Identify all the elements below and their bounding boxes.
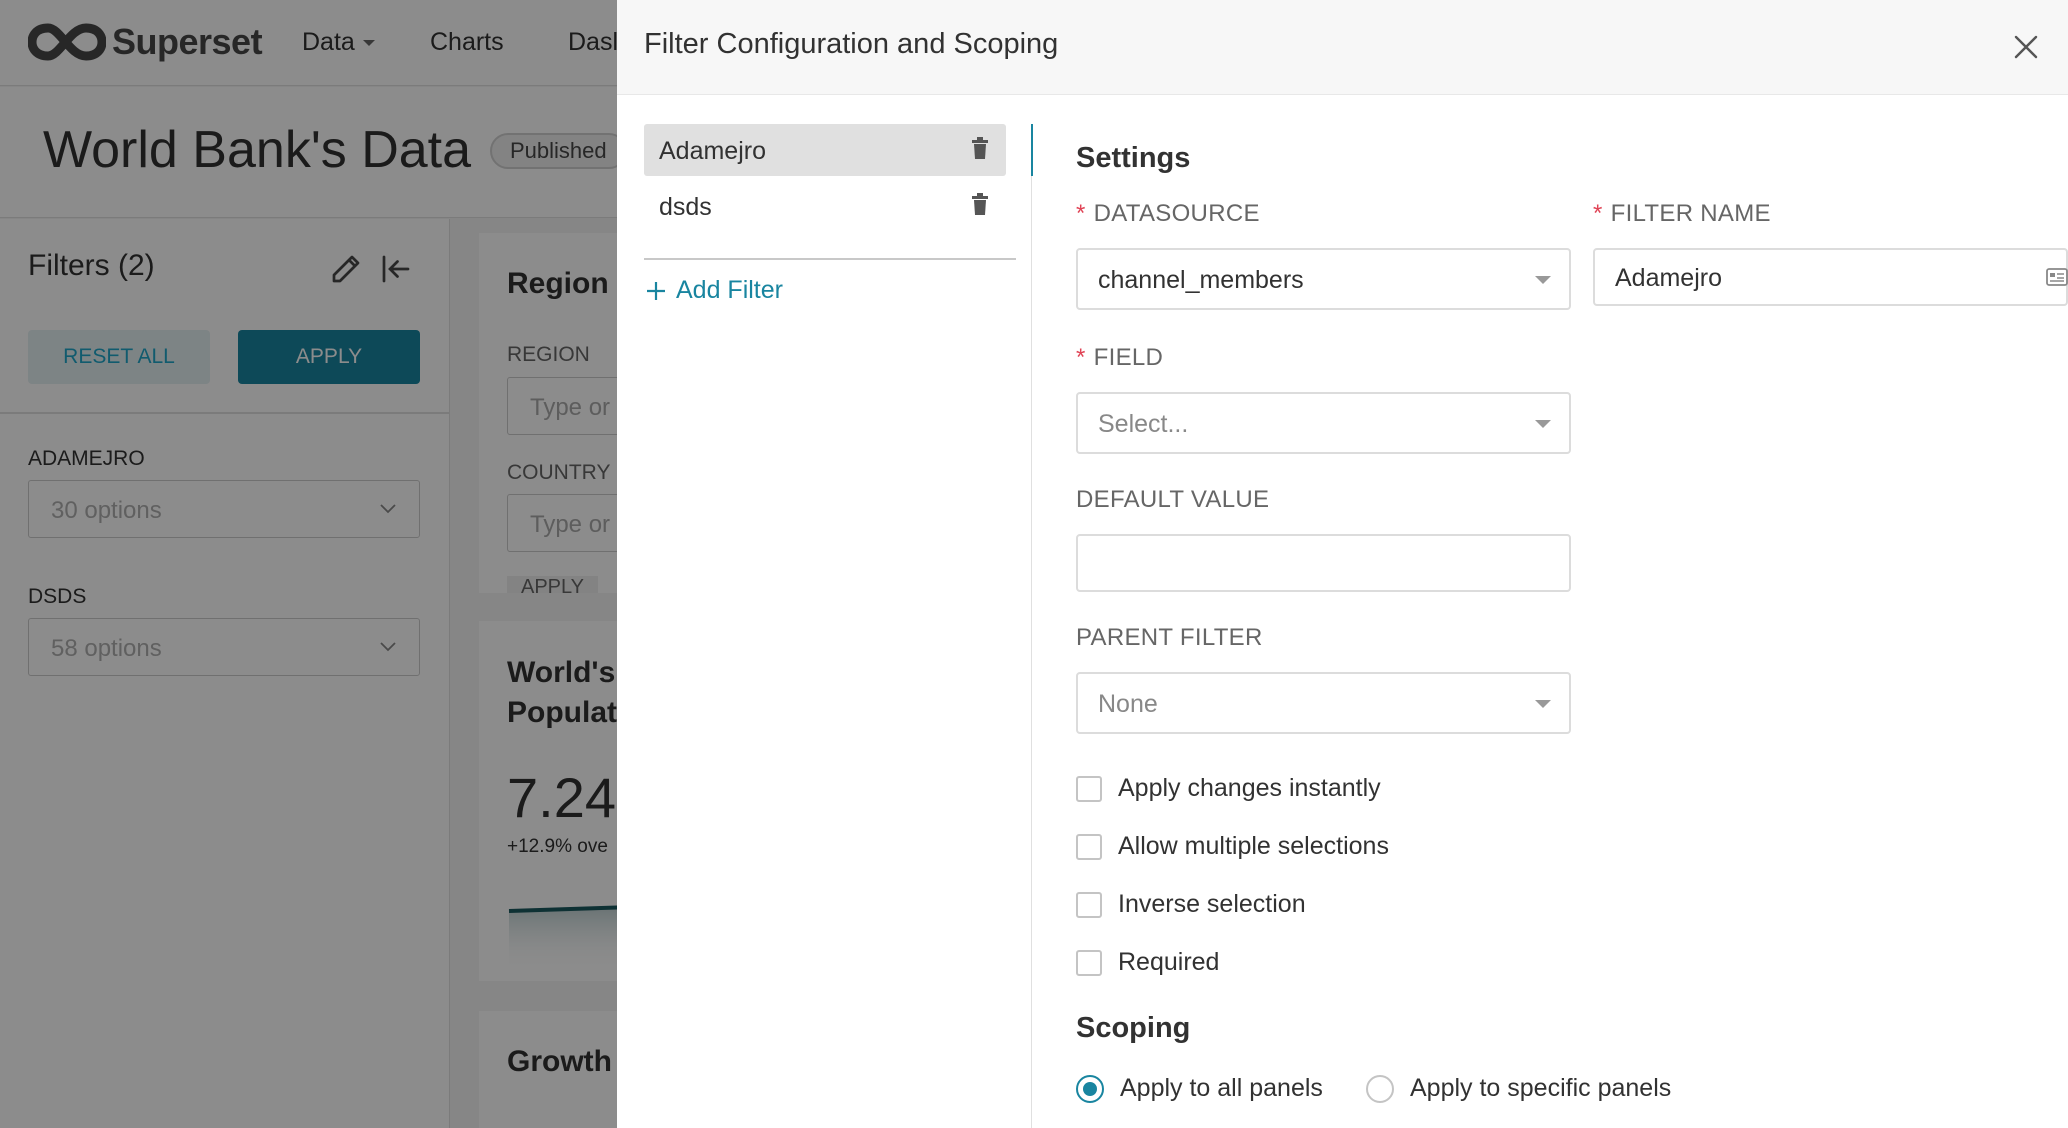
radio-apply-specific-panels[interactable]: Apply to specific panels	[1366, 1074, 1671, 1103]
active-tab-indicator	[1031, 124, 1033, 176]
radio-apply-all-panels[interactable]: Apply to all panels	[1076, 1074, 1323, 1103]
checkbox[interactable]	[1076, 775, 1102, 802]
filter-list-item-name: dsds	[659, 193, 712, 221]
checkbox-required[interactable]: Required	[1076, 948, 1219, 977]
caret-down-icon	[1535, 420, 1551, 428]
parent-filter-select[interactable]: None	[1076, 672, 1571, 734]
required-marker: *	[1076, 200, 1086, 227]
checkbox-multiple-selections[interactable]: Allow multiple selections	[1076, 832, 1389, 861]
add-filter-button[interactable]: Add Filter	[644, 276, 783, 305]
autofill-icon	[2046, 268, 2068, 286]
parent-filter-label: PARENT FILTER	[1076, 624, 1263, 651]
add-filter-label: Add Filter	[676, 276, 783, 304]
field-placeholder: Select...	[1098, 410, 1189, 438]
datasource-label: * DATASOURCE	[1076, 200, 1260, 228]
radio-label: Apply to specific panels	[1410, 1074, 1672, 1102]
filter-name-value: Adamejro	[1615, 264, 1722, 292]
radio-button[interactable]	[1366, 1074, 1394, 1103]
checkbox-label: Required	[1118, 948, 1220, 976]
filter-config-modal: Filter Configuration and Scoping Adamejr…	[617, 0, 2068, 1128]
close-icon[interactable]	[2013, 34, 2039, 60]
filter-name-input[interactable]: Adamejro	[1593, 248, 2068, 306]
required-marker: *	[1076, 344, 1086, 371]
modal-header: Filter Configuration and Scoping	[617, 0, 2068, 95]
checkbox-label: Apply changes instantly	[1118, 774, 1381, 802]
default-value-input[interactable]	[1076, 534, 1571, 592]
scoping-heading: Scoping	[1076, 1012, 1191, 1044]
parent-filter-value: None	[1098, 690, 1158, 718]
checkbox-label: Allow multiple selections	[1118, 832, 1389, 860]
checkbox[interactable]	[1076, 949, 1102, 976]
settings-heading: Settings	[1076, 142, 1191, 174]
divider	[644, 258, 1016, 260]
filter-name-label-text: FILTER NAME	[1610, 200, 1771, 227]
trash-icon[interactable]	[970, 192, 990, 216]
checkbox-label: Inverse selection	[1118, 890, 1306, 918]
field-select[interactable]: Select...	[1076, 392, 1571, 454]
checkbox-apply-instantly[interactable]: Apply changes instantly	[1076, 774, 1381, 803]
trash-icon[interactable]	[970, 136, 990, 160]
checkbox[interactable]	[1076, 891, 1102, 918]
filter-name-label: * FILTER NAME	[1593, 200, 1771, 228]
filter-list-item-adamejro[interactable]: Adamejro	[644, 124, 1006, 176]
field-label-text: FIELD	[1093, 344, 1164, 371]
divider	[1031, 176, 1032, 1128]
radio-label: Apply to all panels	[1120, 1074, 1323, 1102]
caret-down-icon	[1535, 700, 1551, 708]
radio-button[interactable]	[1076, 1074, 1104, 1103]
filter-list-item-name: Adamejro	[659, 137, 766, 165]
field-label: * FIELD	[1076, 344, 1163, 372]
caret-down-icon	[1535, 276, 1551, 284]
checkbox-inverse-selection[interactable]: Inverse selection	[1076, 890, 1306, 919]
filter-list-item-dsds[interactable]: dsds	[644, 180, 1006, 232]
filter-list: Adamejro dsds Add Filter	[617, 96, 1031, 1128]
default-value-label: DEFAULT VALUE	[1076, 486, 1270, 513]
datasource-select[interactable]: channel_members	[1076, 248, 1571, 310]
datasource-value: channel_members	[1098, 266, 1304, 294]
modal-title: Filter Configuration and Scoping	[644, 28, 1059, 60]
plus-icon	[647, 281, 665, 300]
required-marker: *	[1593, 200, 1603, 227]
checkbox[interactable]	[1076, 833, 1102, 860]
datasource-label-text: DATASOURCE	[1093, 200, 1260, 227]
